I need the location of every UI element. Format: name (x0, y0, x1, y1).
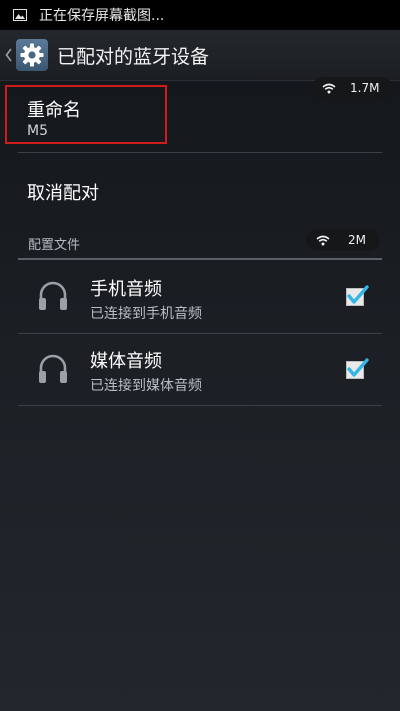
wifi-icon (322, 83, 336, 94)
page-title: 已配对的蓝牙设备 (57, 45, 210, 68)
unpair-title: 取消配对 (27, 183, 99, 204)
phone-audio-checkbox[interactable] (346, 285, 369, 306)
status-notification-text: 正在保存屏幕截图... (39, 8, 165, 24)
checkmark-icon (347, 358, 369, 377)
rename-title: 重命名 (27, 100, 81, 121)
status-bar: 正在保存屏幕截图... (0, 0, 400, 30)
headphones-icon (36, 279, 70, 313)
network-speed-text: 2M (348, 233, 366, 247)
profile-title: 手机音频 (90, 279, 162, 300)
network-speed-text: 1.7M (350, 81, 380, 95)
section-header-profiles: 配置文件 (28, 238, 81, 253)
profile-title: 媒体音频 (90, 351, 162, 372)
divider (18, 405, 382, 406)
network-speed-badge: 2M (306, 229, 380, 251)
action-bar: 已配对的蓝牙设备 (0, 30, 400, 81)
profile-subtitle: 已连接到手机音频 (90, 306, 202, 322)
media-audio-checkbox[interactable] (346, 358, 369, 379)
chevron-left-icon[interactable] (3, 45, 15, 65)
wifi-icon (316, 235, 330, 246)
network-speed-badge: 1.7M (312, 77, 394, 99)
checkmark-icon (347, 285, 369, 304)
image-icon (13, 9, 27, 21)
headphones-icon (36, 352, 70, 386)
device-name-value: M5 (27, 123, 48, 139)
profile-subtitle: 已连接到媒体音频 (90, 378, 202, 394)
gear-icon[interactable] (16, 39, 48, 71)
